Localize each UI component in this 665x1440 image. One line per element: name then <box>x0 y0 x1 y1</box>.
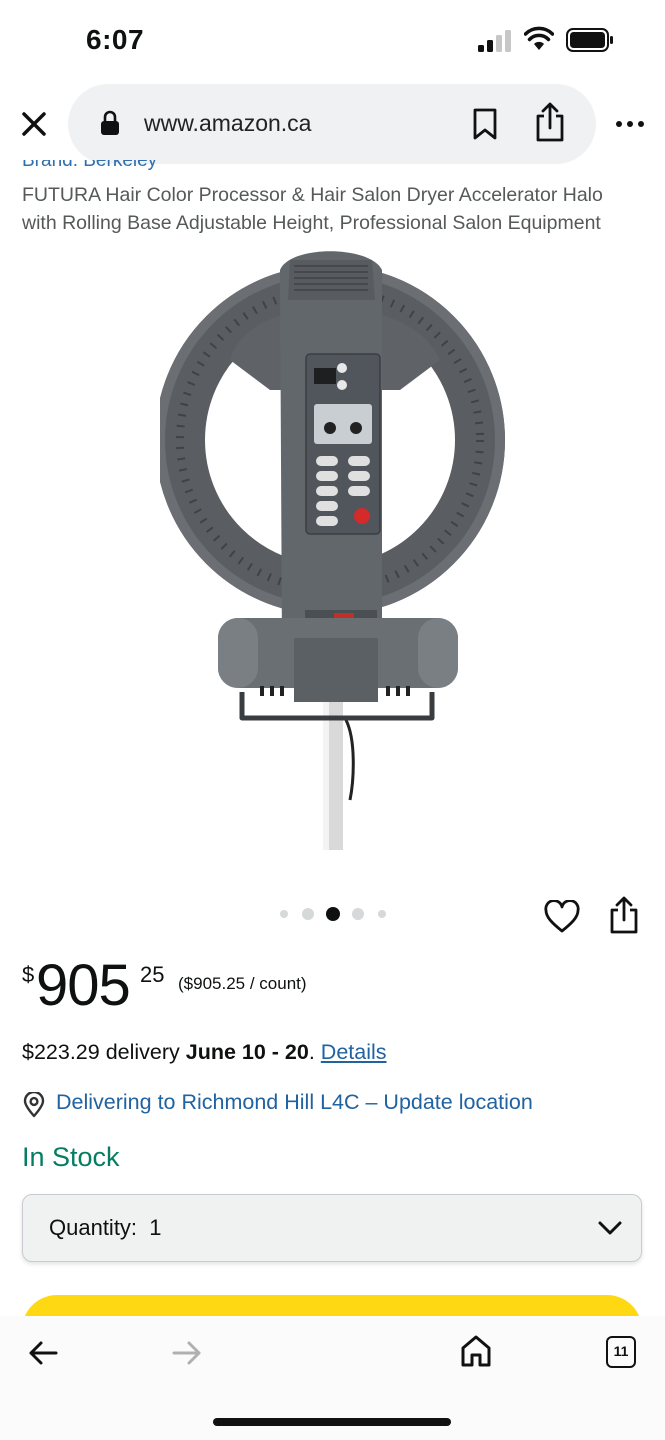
unit-price: ($905.25 / count) <box>178 974 307 993</box>
url-text: www.amazon.ca <box>144 110 312 136</box>
price-whole: 905 <box>36 953 131 1018</box>
product-title: FUTURA Hair Color Processor & Hair Salon… <box>22 184 603 234</box>
close-icon[interactable] <box>16 106 52 142</box>
carousel-dot[interactable] <box>378 910 386 918</box>
carousel-dot[interactable] <box>352 908 364 920</box>
stock-status: In Stock <box>22 1142 120 1172</box>
carousel-dot[interactable] <box>302 908 314 920</box>
delivery-info: $223.29 delivery June 10 - 20. Details <box>22 1040 387 1065</box>
delivery-details-link[interactable]: Details <box>321 1040 387 1064</box>
status-bar: 6:07 <box>0 0 665 80</box>
browser-address-bar: www.amazon.ca <box>0 84 665 164</box>
heart-icon[interactable] <box>544 900 580 934</box>
quantity-label: Quantity: 1 <box>49 1215 162 1240</box>
price-fraction: 25 <box>140 962 165 987</box>
home-indicator[interactable] <box>213 1418 451 1426</box>
delivery-suffix: . <box>308 1040 321 1064</box>
lock-icon <box>101 110 119 135</box>
forward-arrow-icon[interactable] <box>172 1340 202 1366</box>
location-pin-icon <box>23 1092 45 1118</box>
tab-count: 11 <box>613 1343 629 1359</box>
carousel-dot-active[interactable] <box>326 907 340 921</box>
tabs-button[interactable]: 11 <box>606 1336 636 1368</box>
share-icon[interactable] <box>608 896 640 934</box>
url-field[interactable]: www.amazon.ca <box>68 84 596 164</box>
brand-link[interactable]: Brand: Berkeley <box>22 160 222 174</box>
back-arrow-icon[interactable] <box>28 1340 58 1366</box>
cellular-signal-icon <box>478 30 511 52</box>
delivery-dates: June 10 - 20 <box>185 1040 309 1064</box>
delivery-cost: $223.29 delivery <box>22 1040 186 1064</box>
price-currency-symbol: $ <box>22 962 35 987</box>
quantity-value: 1 <box>149 1215 162 1240</box>
quantity-select[interactable]: Quantity: 1 <box>22 1194 642 1262</box>
home-icon[interactable] <box>460 1334 492 1368</box>
update-location-link[interactable]: Delivering to Richmond Hill L4C – Update… <box>56 1090 533 1115</box>
status-time: 6:07 <box>86 24 145 55</box>
chevron-down-icon <box>598 1221 622 1235</box>
bookmark-icon[interactable] <box>472 108 498 140</box>
share-icon[interactable] <box>534 102 566 142</box>
carousel-dot[interactable] <box>280 910 288 918</box>
battery-icon <box>566 28 613 52</box>
more-options-icon[interactable] <box>614 116 646 132</box>
wifi-icon <box>524 26 554 50</box>
product-image[interactable] <box>160 240 505 850</box>
